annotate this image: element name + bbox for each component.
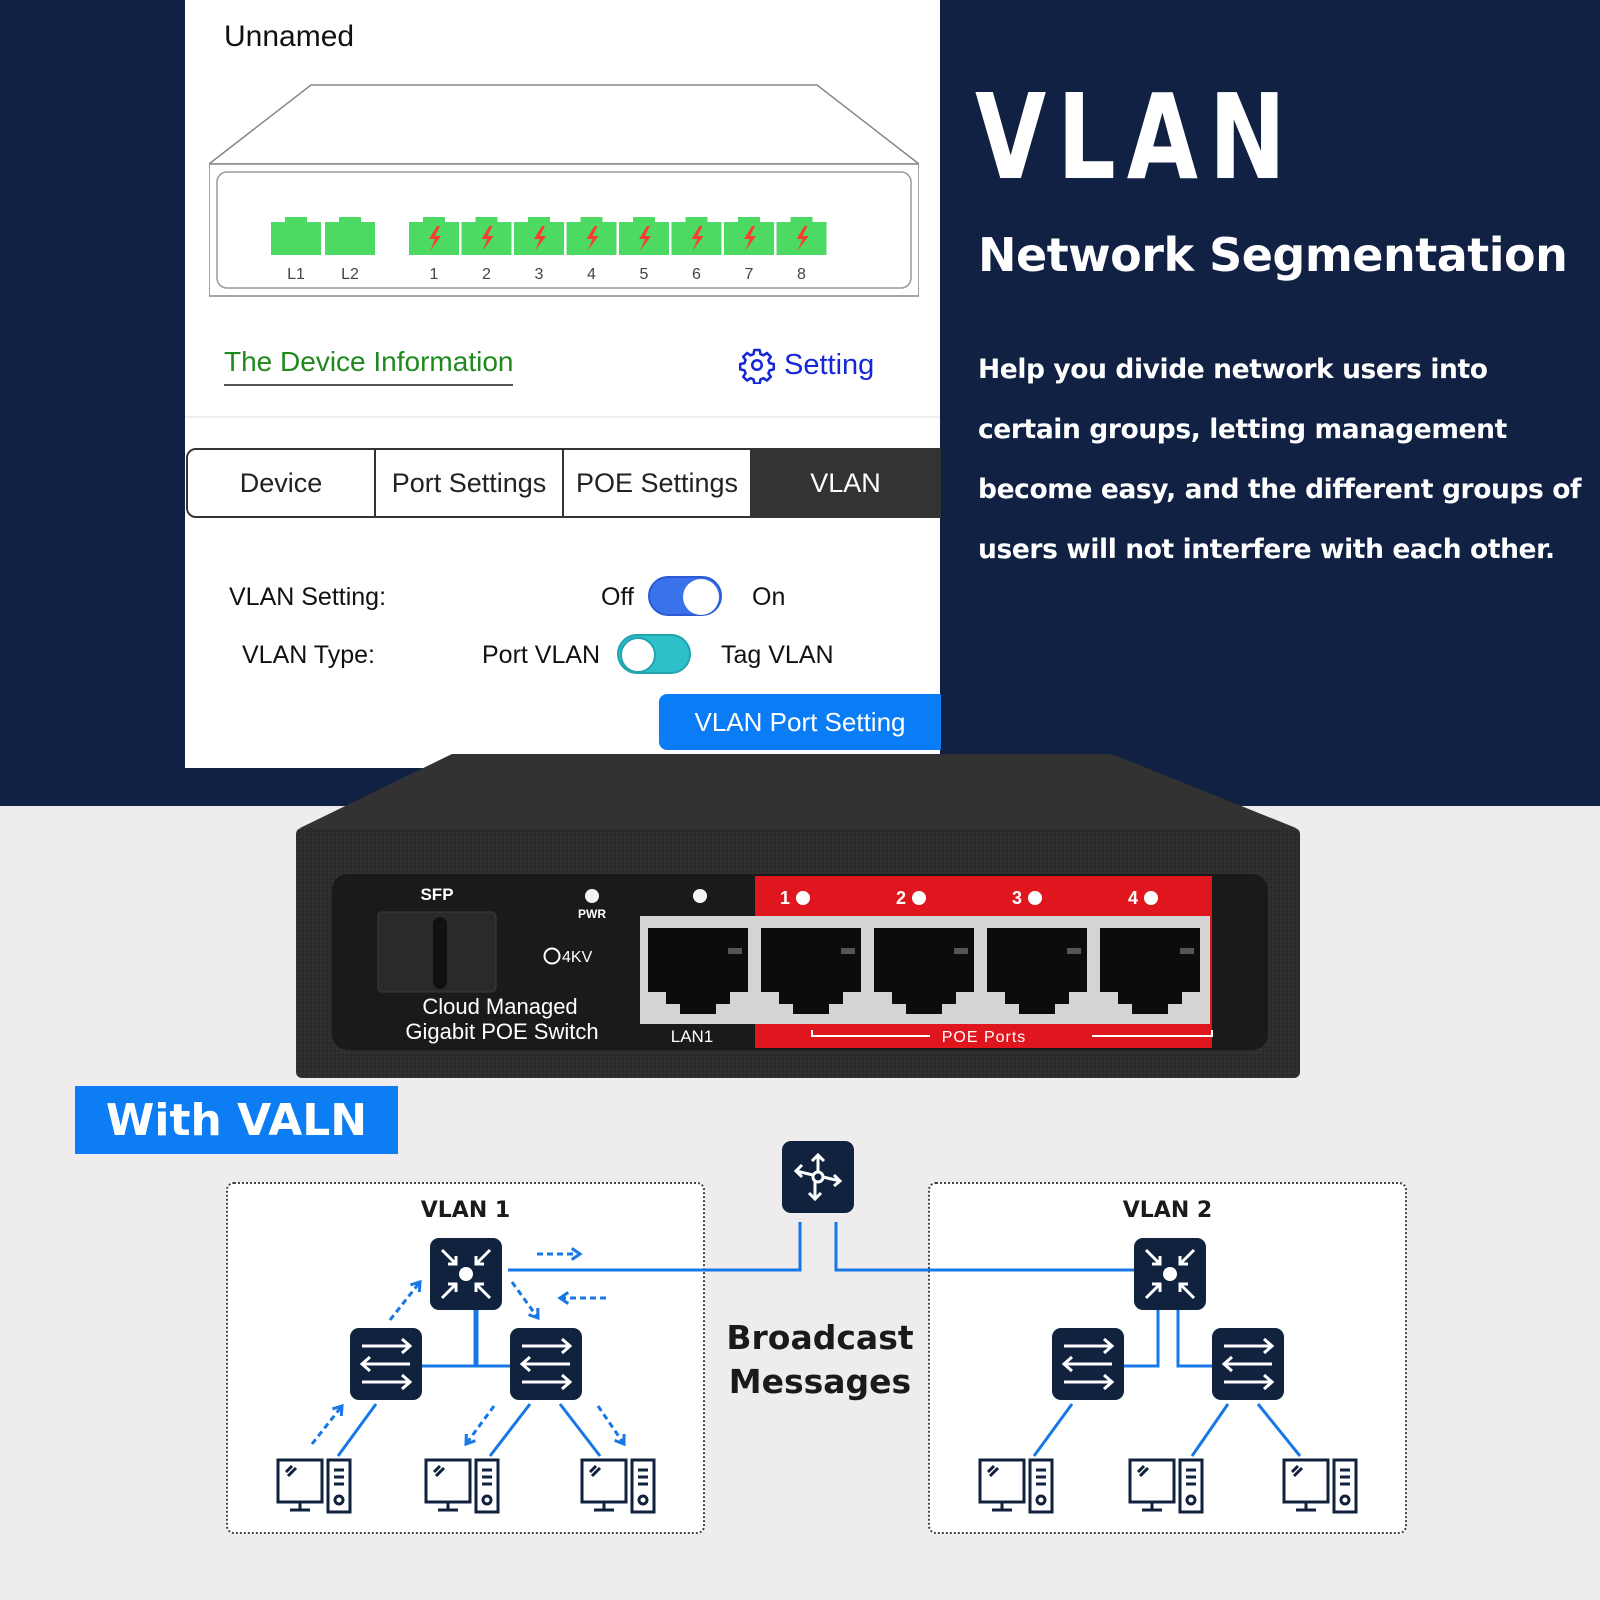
hero-subtitle: Network Segmentation (978, 228, 1568, 282)
setting-link[interactable]: Setting (738, 346, 874, 384)
vlan-on-label: On (752, 583, 786, 611)
port-label: L1 (287, 266, 305, 283)
tab-port-settings[interactable]: Port Settings (376, 450, 564, 516)
switch-outline-top (209, 84, 919, 165)
app-screen: Unnamed L1 L2 1 2 3 4 5 6 7 8 The Device Informat… (185, 0, 941, 768)
poe-led (912, 891, 926, 905)
divider (185, 416, 940, 418)
lan1-label: LAN1 (671, 1027, 714, 1046)
vlan1-access-switch-2[interactable] (510, 1328, 582, 1400)
poe-port-number: 2 (896, 888, 906, 908)
port-label: 5 (640, 266, 649, 283)
poe-port-number: 3 (1012, 888, 1022, 908)
vlan-off-label: Off (601, 583, 634, 611)
poe-ports-label: POE Ports (942, 1029, 1027, 1046)
vlan-type-label: VLAN Type: (242, 641, 375, 669)
poe-led (796, 891, 810, 905)
vlan-setting-toggle[interactable] (648, 576, 722, 616)
toggle-knob (683, 579, 719, 615)
router-node[interactable] (782, 1141, 854, 1213)
setting-label: Setting (784, 348, 875, 381)
port-label: 2 (482, 266, 491, 283)
vlan-setting-label: VLAN Setting: (229, 583, 387, 611)
settings-tab-bar: Device Port Settings POE Settings VLAN (186, 448, 941, 518)
broadcast-line-2: Messages (728, 1362, 912, 1401)
switch-arrows-icon (519, 1337, 573, 1391)
tab-poe-settings[interactable]: POE Settings (564, 450, 752, 516)
hero-description: Help you divide network users into certa… (978, 354, 1582, 565)
toggle-knob (620, 637, 656, 673)
poe-switch-photo: SFP PWR 4KV Cloud Managed Gigabit POE Sw… (296, 754, 1300, 1078)
port-label: 3 (535, 266, 544, 283)
vlan1-access-switch-1[interactable] (350, 1328, 422, 1400)
switch-arrows-icon (1221, 1337, 1275, 1391)
port-label: 1 (430, 266, 439, 283)
tag-vlan-label: Tag VLAN (721, 641, 834, 669)
gear-icon (738, 348, 776, 384)
surge-label: 4KV (562, 949, 593, 966)
vlan2-access-switch-1[interactable] (1052, 1328, 1124, 1400)
vlan-port-setting-button[interactable]: VLAN Port Setting (659, 694, 941, 750)
sfp-slot-latch (433, 917, 447, 989)
switch-arrows-icon (359, 1337, 413, 1391)
tab-vlan[interactable]: VLAN (752, 450, 939, 516)
switch-top-cover (300, 754, 1296, 828)
switch-port-diagram: L1 L2 1 2 3 4 5 6 7 8 (209, 84, 919, 297)
port-label: 4 (587, 266, 596, 283)
poe-port-number: 1 (780, 888, 790, 908)
poe-led (1028, 891, 1042, 905)
pwr-label: PWR (578, 907, 606, 921)
hero-title: VLAN (975, 68, 1297, 206)
broadcast-line-1: Broadcast (726, 1318, 914, 1357)
port-vlan-label: Port VLAN (482, 641, 601, 669)
vlan-type-toggle[interactable] (617, 634, 691, 674)
port-label: 6 (692, 266, 701, 283)
pwr-led (585, 889, 599, 903)
product-line-2: Gigabit POE Switch (405, 1019, 598, 1044)
vlan2-access-switch-2[interactable] (1212, 1328, 1284, 1400)
vlan1-title: VLAN 1 (420, 1198, 511, 1223)
port-label: 7 (745, 266, 754, 283)
switch-arrows-icon (1061, 1337, 1115, 1391)
device-information-link[interactable]: The Device Information (224, 346, 514, 386)
port-label: L2 (341, 266, 359, 283)
vlan2-core-switch[interactable] (1134, 1238, 1206, 1310)
broadcast-messages-label: Broadcast Messages (720, 1316, 920, 1404)
device-name: Unnamed (224, 20, 355, 53)
with-vlan-banner: With VALN (75, 1086, 398, 1154)
vlan2-title: VLAN 2 (1122, 1198, 1213, 1223)
product-line-1: Cloud Managed (422, 994, 577, 1019)
tab-device[interactable]: Device (188, 450, 376, 516)
lan-led (693, 889, 707, 903)
sfp-label: SFP (420, 885, 453, 904)
poe-port-number: 4 (1128, 888, 1138, 908)
port-label: 8 (797, 266, 806, 283)
poe-led (1144, 891, 1158, 905)
vlan1-core-switch[interactable] (430, 1238, 502, 1310)
